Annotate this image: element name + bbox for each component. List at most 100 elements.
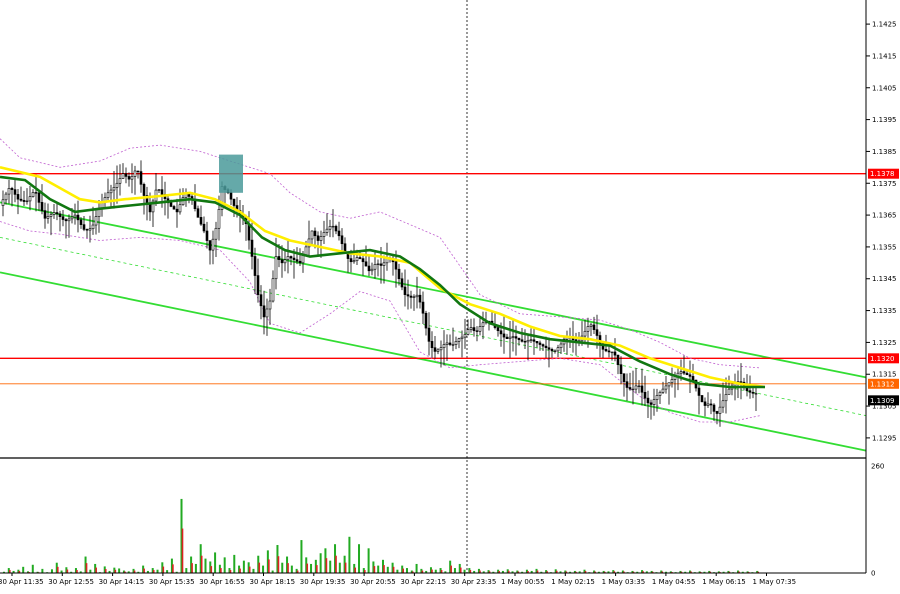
candle-body bbox=[587, 326, 589, 331]
candle-body bbox=[473, 328, 475, 331]
volume-bar bbox=[291, 566, 293, 573]
candle-body bbox=[281, 260, 283, 263]
y-tick-label: 1.1375 bbox=[872, 180, 897, 188]
volume-bar-down bbox=[172, 564, 174, 573]
candle-body bbox=[632, 389, 634, 390]
candle-body bbox=[200, 217, 202, 224]
candle-body bbox=[656, 395, 658, 399]
candle-body bbox=[353, 261, 355, 262]
candle-body bbox=[11, 188, 13, 189]
candle-body bbox=[368, 266, 370, 271]
candle-body bbox=[716, 411, 718, 413]
volume-bar-down bbox=[326, 558, 328, 573]
candle-body bbox=[452, 345, 454, 346]
candle-body bbox=[686, 373, 688, 375]
volume-bar-down bbox=[191, 563, 193, 573]
candle-body bbox=[143, 184, 145, 195]
candle-body bbox=[215, 228, 217, 239]
candle-body bbox=[92, 225, 94, 229]
candle-body bbox=[413, 297, 415, 298]
level-tag-label: 1.1312 bbox=[870, 380, 895, 388]
candle-body bbox=[209, 241, 211, 251]
x-tick-label: 1 May 04:55 bbox=[652, 578, 696, 586]
candle-body bbox=[584, 331, 586, 336]
candle-body bbox=[362, 259, 364, 262]
volume-bar bbox=[22, 567, 24, 573]
candle-body bbox=[269, 301, 271, 309]
candle-body bbox=[458, 339, 460, 342]
candle-body bbox=[317, 236, 319, 241]
candle-body bbox=[230, 193, 232, 199]
y-tick-label: 1.1315 bbox=[872, 371, 897, 379]
candle-body bbox=[80, 220, 82, 225]
volume-bar-down bbox=[431, 570, 433, 573]
volume-bar bbox=[118, 568, 120, 573]
candle-body bbox=[692, 376, 694, 380]
entry-signal-box bbox=[219, 155, 243, 193]
candle-body bbox=[26, 201, 28, 202]
candle-body bbox=[428, 328, 430, 341]
candle-body bbox=[404, 287, 406, 295]
candle-body bbox=[407, 295, 409, 296]
candle-body bbox=[380, 264, 382, 266]
candle-body bbox=[113, 187, 115, 190]
candle-body bbox=[689, 375, 691, 377]
candle-body bbox=[365, 262, 367, 266]
candle-body bbox=[554, 351, 556, 352]
volume-bar bbox=[454, 568, 456, 573]
candle-body bbox=[65, 220, 67, 221]
candle-body bbox=[590, 325, 592, 327]
candle-body bbox=[257, 276, 259, 295]
candle-body bbox=[524, 341, 526, 342]
x-tick-label: 30 Apr 19:35 bbox=[300, 578, 346, 586]
candle-body bbox=[593, 325, 595, 330]
candle-body bbox=[335, 226, 337, 231]
candle-body bbox=[161, 190, 163, 195]
candle-body bbox=[464, 334, 466, 337]
candle-body bbox=[728, 389, 730, 394]
candle-body bbox=[17, 194, 19, 199]
candle-body bbox=[320, 236, 322, 240]
volume-bar-down bbox=[249, 567, 251, 573]
candle-body bbox=[539, 343, 541, 345]
candle-body bbox=[665, 386, 667, 389]
candle-body bbox=[503, 334, 505, 337]
candle-body bbox=[518, 338, 520, 340]
candle-body bbox=[2, 200, 4, 206]
candle-body bbox=[89, 229, 91, 230]
y-tick-label: 1.1365 bbox=[872, 212, 897, 220]
candle-body bbox=[290, 256, 292, 258]
x-tick-label: 30 Apr 22:15 bbox=[400, 578, 446, 586]
candle-body bbox=[455, 341, 457, 344]
candle-body bbox=[476, 331, 478, 332]
y-tick-label: 1.1345 bbox=[872, 275, 897, 283]
x-tick-label: 30 Apr 14:15 bbox=[99, 578, 145, 586]
candle-body bbox=[122, 174, 124, 179]
candle-body bbox=[644, 392, 646, 398]
x-tick-label: 1 May 02:15 bbox=[551, 578, 595, 586]
candle-body bbox=[206, 231, 208, 241]
y-tick-label: 1.1415 bbox=[872, 52, 897, 60]
volume-bar bbox=[339, 563, 341, 573]
candle-body bbox=[479, 326, 481, 331]
volume-bar bbox=[281, 563, 283, 573]
volume-bar-down bbox=[393, 567, 395, 573]
volume-bar-down bbox=[345, 563, 347, 573]
candle-body bbox=[83, 225, 85, 230]
volume-bar-down bbox=[163, 567, 165, 573]
volume-bar bbox=[32, 565, 34, 573]
candle-body bbox=[425, 313, 427, 328]
candle-body bbox=[410, 296, 412, 297]
candle-body bbox=[755, 393, 757, 394]
volume-bar-down bbox=[374, 566, 376, 573]
candle-body bbox=[638, 386, 640, 387]
candle-body bbox=[212, 239, 214, 250]
candle-body bbox=[509, 337, 511, 339]
candle-body bbox=[266, 309, 268, 317]
candle-body bbox=[704, 402, 706, 406]
candle-body bbox=[29, 197, 31, 201]
candle-body bbox=[482, 323, 484, 327]
volume-bar bbox=[41, 569, 43, 573]
candle-body bbox=[356, 258, 358, 261]
candle-body bbox=[35, 192, 37, 193]
